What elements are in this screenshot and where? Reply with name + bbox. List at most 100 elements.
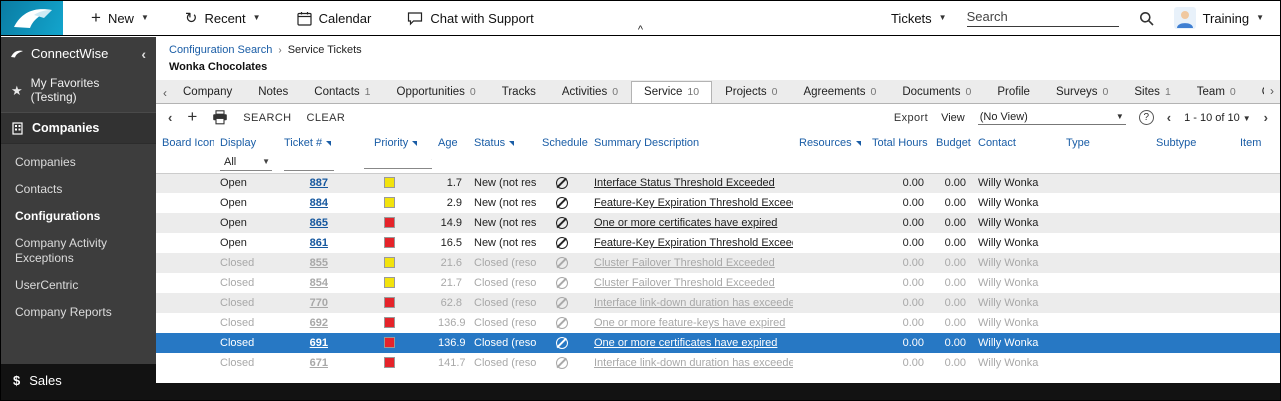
summary-link[interactable]: Interface link-down duration has exceede… bbox=[594, 297, 793, 309]
summary-link[interactable]: One or more certificates have expired bbox=[594, 217, 777, 229]
user-menu[interactable]: Training ▼ bbox=[1174, 7, 1264, 29]
summary-link[interactable]: Feature-Key Expiration Threshold Exceede… bbox=[594, 197, 793, 209]
col-type[interactable]: Type bbox=[1060, 133, 1150, 153]
col-contact[interactable]: Contact bbox=[972, 133, 1060, 153]
tab[interactable]: Surveys 0 bbox=[1043, 81, 1121, 103]
table-row[interactable]: Closed 671 141.7 Closed (resolv... Inter… bbox=[156, 353, 1280, 373]
table-row[interactable]: Closed 770 62.8 Closed (resolv... Interf… bbox=[156, 293, 1280, 313]
col-budget[interactable]: Budget bbox=[930, 133, 972, 153]
tab[interactable]: Team 0 bbox=[1184, 81, 1249, 103]
recent-button[interactable]: ↻ Recent ▼ bbox=[185, 11, 261, 26]
resources-cell bbox=[793, 313, 866, 333]
sidebar-item[interactable]: Companies bbox=[1, 149, 156, 176]
add-ticket-icon[interactable]: + bbox=[187, 108, 197, 125]
sidebar-item[interactable]: Company Activity Exceptions bbox=[1, 230, 156, 272]
chevron-down-icon: ▼ bbox=[939, 14, 947, 22]
table-row[interactable]: Open 884 2.9 New (not resp... Feature-Ke… bbox=[156, 193, 1280, 213]
priority-filter-select[interactable]: ▼ bbox=[364, 156, 432, 169]
tab[interactable]: Tracks bbox=[489, 81, 549, 103]
ticket-link[interactable]: 887 bbox=[310, 177, 328, 189]
export-button[interactable]: Export bbox=[894, 112, 928, 124]
breadcrumb-parent-link[interactable]: Configuration Search bbox=[169, 44, 272, 56]
tab[interactable]: Projects 0 bbox=[712, 81, 790, 103]
new-button[interactable]: + New ▼ bbox=[91, 11, 149, 26]
ticket-link[interactable]: 865 bbox=[310, 217, 328, 229]
tab[interactable]: Notes bbox=[245, 81, 301, 103]
tab[interactable]: Activities 0 bbox=[549, 81, 631, 103]
tab[interactable]: Documents 0 bbox=[889, 81, 984, 103]
table-row[interactable]: Closed 691 136.9 Closed (resolv... One o… bbox=[156, 333, 1280, 353]
display-filter-select[interactable]: All ▼ bbox=[220, 154, 272, 171]
page-next-icon[interactable]: › bbox=[1264, 111, 1268, 124]
calendar-button[interactable]: Calendar bbox=[297, 11, 372, 26]
tab[interactable]: Sites 1 bbox=[1121, 81, 1183, 103]
table-row[interactable]: Open 865 14.9 New (not resp... One or mo… bbox=[156, 213, 1280, 233]
back-chevron-icon[interactable]: ‹ bbox=[168, 111, 172, 124]
tab[interactable]: Service 10 bbox=[631, 81, 712, 103]
subtype-cell bbox=[1150, 353, 1234, 373]
sidebar-item-favorites[interactable]: ★ My Favorites (Testing) bbox=[1, 68, 156, 112]
summary-link[interactable]: Cluster Failover Threshold Exceeded bbox=[594, 257, 775, 269]
tabs-scroll-left-icon[interactable]: ‹ bbox=[160, 87, 170, 103]
summary-link[interactable]: Interface Status Threshold Exceeded bbox=[594, 177, 775, 189]
sidebar-item[interactable]: UserCentric bbox=[1, 272, 156, 299]
col-age[interactable]: Age bbox=[432, 133, 468, 153]
col-priority[interactable]: Priority bbox=[334, 133, 432, 153]
ticket-link[interactable]: 671 bbox=[310, 357, 328, 369]
tab[interactable]: Agreements 0 bbox=[790, 81, 889, 103]
tab[interactable]: Profile bbox=[984, 81, 1043, 103]
ticket-link[interactable]: 770 bbox=[310, 297, 328, 309]
col-item[interactable]: Item bbox=[1234, 133, 1280, 153]
summary-link[interactable]: One or more feature-keys have expired bbox=[594, 317, 785, 329]
print-button[interactable] bbox=[212, 110, 228, 125]
ticket-link[interactable]: 691 bbox=[310, 337, 328, 349]
resources-cell bbox=[793, 353, 866, 373]
collapse-topbar-icon[interactable]: ^ bbox=[638, 25, 643, 36]
connectwise-logo[interactable] bbox=[1, 1, 63, 35]
ticket-link[interactable]: 855 bbox=[310, 257, 328, 269]
tab[interactable]: Contacts 1 bbox=[301, 81, 383, 103]
table-row[interactable]: Closed 854 21.7 Closed (resolv... Cluste… bbox=[156, 273, 1280, 293]
sidebar-module-companies[interactable]: Companies bbox=[1, 112, 156, 144]
ticket-link[interactable]: 884 bbox=[310, 197, 328, 209]
col-display[interactable]: Display bbox=[214, 133, 278, 153]
sidebar-item[interactable]: Configurations bbox=[1, 203, 156, 230]
help-icon[interactable]: ? bbox=[1139, 110, 1154, 125]
ticket-link[interactable]: 692 bbox=[310, 317, 328, 329]
summary-link[interactable]: One or more certificates have expired bbox=[594, 337, 777, 349]
table-row[interactable]: Open 887 1.7 New (not resp... Interface … bbox=[156, 173, 1280, 193]
table-row[interactable]: Closed 692 136.9 Closed (resolv... One o… bbox=[156, 313, 1280, 333]
col-resources[interactable]: Resources bbox=[793, 133, 866, 153]
search-input[interactable] bbox=[967, 9, 1119, 24]
summary-link[interactable]: Interface link-down duration has exceede… bbox=[594, 357, 793, 369]
collapse-sidebar-icon[interactable]: ‹ bbox=[141, 47, 146, 61]
search-button[interactable] bbox=[1139, 11, 1154, 26]
col-status[interactable]: Status bbox=[468, 133, 536, 153]
sidebar-item[interactable]: Contacts bbox=[1, 176, 156, 203]
table-row[interactable]: Closed 855 21.6 Closed (resolv... Cluste… bbox=[156, 253, 1280, 273]
col-board-icon[interactable]: Board Icon bbox=[156, 133, 214, 153]
table-row[interactable]: Open 861 16.5 New (not resp... Feature-K… bbox=[156, 233, 1280, 253]
ticket-filter-input[interactable] bbox=[284, 154, 334, 171]
tab[interactable]: Company bbox=[170, 81, 245, 103]
chat-support-button[interactable]: Chat with Support bbox=[407, 11, 533, 26]
summary-link[interactable]: Cluster Failover Threshold Exceeded bbox=[594, 277, 775, 289]
view-select[interactable]: (No View) ▼ bbox=[978, 111, 1126, 125]
col-summary-description[interactable]: Summary Description bbox=[588, 133, 793, 153]
tickets-menu[interactable]: Tickets ▼ bbox=[891, 11, 947, 26]
col-ticket-number[interactable]: Ticket # bbox=[278, 133, 334, 153]
page-previous-icon[interactable]: ‹ bbox=[1167, 111, 1171, 124]
ticket-link[interactable]: 854 bbox=[310, 277, 328, 289]
clear-action-button[interactable]: CLEAR bbox=[307, 112, 346, 124]
summary-link[interactable]: Feature-Key Expiration Threshold Exceede… bbox=[594, 237, 793, 249]
tab[interactable]: Opportunities 0 bbox=[384, 81, 489, 103]
col-subtype[interactable]: Subtype bbox=[1150, 133, 1234, 153]
col-total-hours[interactable]: Total Hours bbox=[866, 133, 930, 153]
sidebar-item[interactable]: Company Reports bbox=[1, 299, 156, 326]
sidebar-module-sales[interactable]: $ Sales bbox=[1, 364, 156, 400]
col-schedule[interactable]: Schedule bbox=[536, 133, 588, 153]
search-action-button[interactable]: SEARCH bbox=[243, 112, 291, 124]
pagination-status[interactable]: 1 - 10 of 10▼ bbox=[1184, 112, 1251, 124]
ticket-link[interactable]: 861 bbox=[310, 237, 328, 249]
tabs-scroll-right-icon[interactable]: › bbox=[1264, 80, 1280, 102]
